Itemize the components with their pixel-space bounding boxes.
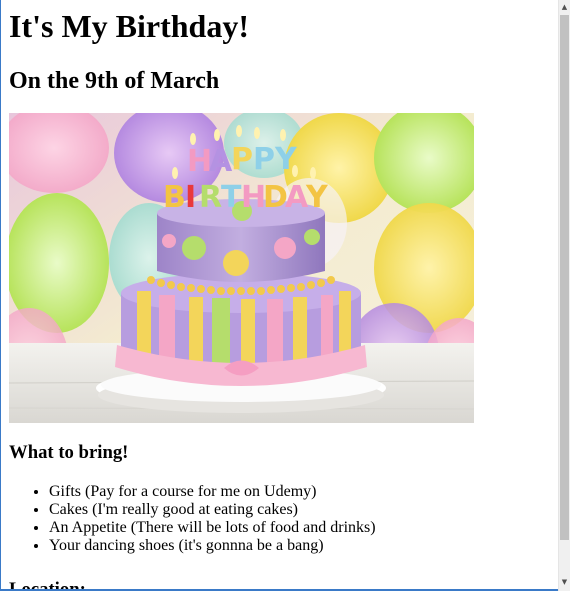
svg-text:R: R — [199, 180, 222, 215]
page-viewport: It's My Birthday! On the 9th of March H … — [0, 0, 558, 589]
list-item: Gifts (Pay for a course for me on Udemy) — [49, 483, 558, 501]
list-item: Cakes (I'm really good at eating cakes) — [49, 501, 558, 519]
svg-text:A: A — [209, 144, 233, 179]
scrollbar-thumb[interactable] — [560, 15, 569, 540]
svg-text:P: P — [253, 142, 275, 177]
svg-text:T: T — [221, 180, 242, 215]
what-to-bring-heading: What to bring! — [9, 442, 129, 463]
page-title: It's My Birthday! — [9, 8, 249, 44]
svg-text:Y: Y — [305, 180, 329, 215]
scroll-up-arrow-icon[interactable]: ▲ — [559, 0, 570, 14]
vertical-scrollbar[interactable]: ▲ ▼ — [558, 0, 570, 591]
page-content: It's My Birthday! On the 9th of March H … — [1, 6, 558, 589]
svg-text:B: B — [163, 180, 186, 215]
birthday-cake-image: H A P P Y B I R T H D A Y — [9, 113, 474, 423]
location-heading: Location: — [9, 578, 558, 589]
svg-text:P: P — [231, 142, 253, 177]
page-subtitle: On the 9th of March — [9, 68, 220, 94]
list-item: Your dancing shoes (it's gonnna be a ban… — [49, 537, 558, 555]
bring-list: Gifts (Pay for a course for me on Udemy)… — [9, 483, 558, 555]
svg-text:I: I — [185, 180, 196, 215]
scroll-down-arrow-icon[interactable]: ▼ — [559, 575, 570, 589]
list-item: An Appetite (There will be lots of food … — [49, 519, 558, 537]
